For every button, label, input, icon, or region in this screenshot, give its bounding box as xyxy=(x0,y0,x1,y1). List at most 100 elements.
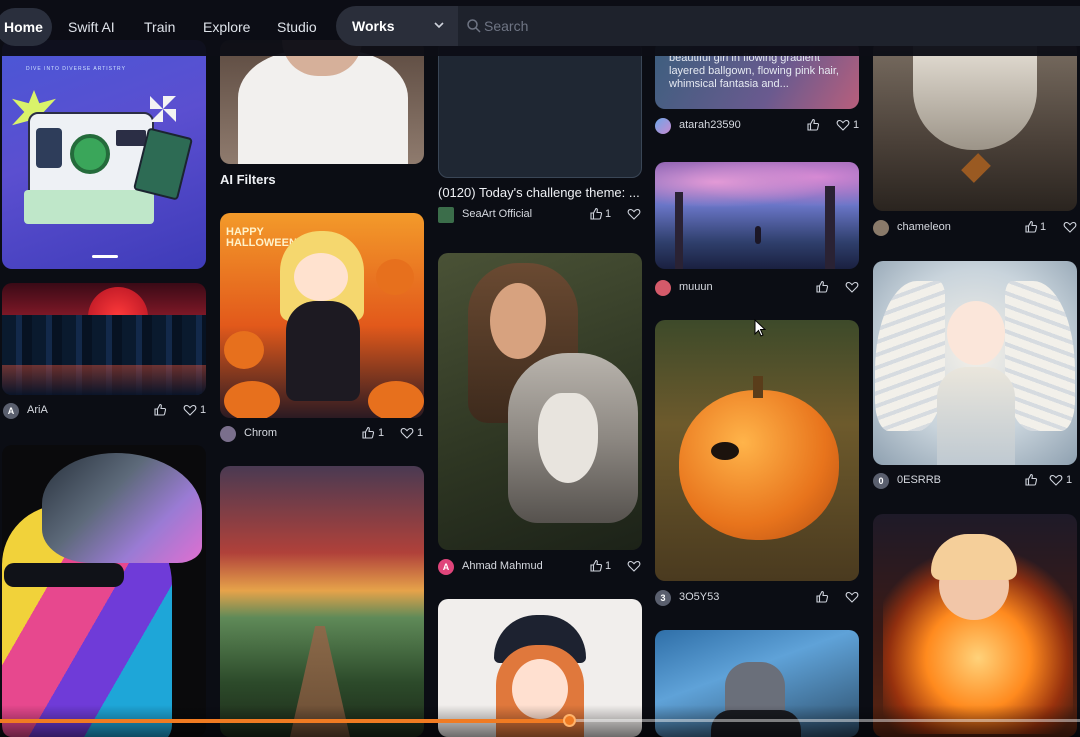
works-dropdown[interactable]: Works xyxy=(336,6,458,46)
avatar[interactable] xyxy=(873,220,889,236)
like-count: 1 xyxy=(605,208,612,220)
fav-count: 1 xyxy=(1066,474,1073,486)
thumbs-up-icon[interactable] xyxy=(1024,473,1038,487)
girl-face-shape xyxy=(294,253,348,301)
sunglasses-shape xyxy=(4,563,124,587)
page: Home Swift AI Train Explore Studio Works… xyxy=(0,0,1080,737)
username[interactable]: AriA xyxy=(27,404,48,416)
thumbs-up-icon[interactable] xyxy=(806,118,820,132)
nav-studio[interactable]: Studio xyxy=(277,8,317,46)
dress-shape xyxy=(286,301,360,401)
works-dropdown-label: Works xyxy=(352,18,395,34)
halloween-text: HAPPY HALLOWEEN xyxy=(226,226,297,249)
pumpkin-shape xyxy=(224,331,264,369)
avatar[interactable] xyxy=(438,207,454,223)
figure-shape xyxy=(755,226,761,244)
avatar[interactable] xyxy=(655,118,671,134)
challenge-card-image[interactable] xyxy=(438,40,642,178)
beard-shape xyxy=(913,40,1037,150)
username[interactable]: muuun xyxy=(679,281,713,293)
printed-photo xyxy=(24,190,154,224)
avatar[interactable]: A xyxy=(438,559,454,575)
thumbs-up-icon[interactable] xyxy=(589,559,603,573)
carousel-indicator[interactable] xyxy=(92,255,118,258)
wing-shape xyxy=(1005,281,1075,431)
thumbs-up-icon[interactable] xyxy=(1024,220,1038,234)
avatar[interactable]: 3 xyxy=(655,590,671,606)
pinwheel-decoration xyxy=(150,96,176,122)
heart-icon[interactable] xyxy=(400,426,414,440)
angel-face-shape xyxy=(947,301,1005,365)
challenge-caption[interactable]: (0120) Today's challenge theme: ... xyxy=(438,185,642,200)
heart-icon[interactable] xyxy=(836,118,850,132)
fav-count: 1 xyxy=(853,119,860,131)
like-count: 1 xyxy=(605,560,612,572)
thumbs-up-icon[interactable] xyxy=(361,426,375,440)
pumpkin-shape xyxy=(376,259,414,295)
progress-handle[interactable] xyxy=(563,714,577,727)
username[interactable]: 0ESRRB xyxy=(897,474,941,486)
top-nav: Home Swift AI Train Explore Studio Works xyxy=(0,0,1080,56)
portrait-artwork-image[interactable] xyxy=(2,445,206,737)
pumpkin-shape xyxy=(224,381,280,418)
wing-shape xyxy=(875,281,945,431)
fire-girl-artwork-image[interactable] xyxy=(873,514,1077,737)
avatar[interactable] xyxy=(220,426,236,442)
progress-fill xyxy=(0,719,570,723)
city-artwork-image[interactable] xyxy=(2,283,206,395)
heart-icon[interactable] xyxy=(1049,473,1063,487)
username[interactable]: Ahmad Mahmud xyxy=(462,560,543,572)
avatar[interactable] xyxy=(655,280,671,296)
card-meta-seaart: SeaArt Official 1 xyxy=(438,207,642,225)
search-icon xyxy=(467,19,481,33)
ai-filters-label[interactable]: AI Filters xyxy=(220,172,276,187)
hair-shape xyxy=(931,534,1017,580)
landscape-artwork-image[interactable] xyxy=(220,466,424,737)
forest-artwork-image[interactable] xyxy=(655,162,859,269)
thumbs-up-icon[interactable] xyxy=(815,280,829,294)
heart-icon[interactable] xyxy=(845,590,859,604)
heart-icon[interactable] xyxy=(627,207,641,221)
elder-artwork-image[interactable] xyxy=(873,40,1077,211)
thumbs-up-icon[interactable] xyxy=(815,590,829,604)
card-meta-chameleon: chameleon 1 xyxy=(873,220,1080,238)
username[interactable]: 3O5Y53 xyxy=(679,591,719,603)
username[interactable]: atarah23590 xyxy=(679,119,741,131)
username[interactable]: SeaArt Official xyxy=(462,208,532,220)
filters-artwork-image[interactable] xyxy=(220,40,424,164)
wolf-artwork-image[interactable] xyxy=(438,253,642,550)
nav-home[interactable]: Home xyxy=(0,8,52,46)
halloween-artwork-image[interactable]: HAPPY HALLOWEEN xyxy=(220,213,424,418)
search-bar[interactable] xyxy=(458,6,1080,46)
heart-icon[interactable] xyxy=(183,403,197,417)
nav-swift-ai[interactable]: Swift AI xyxy=(68,8,115,46)
heart-icon[interactable] xyxy=(627,559,641,573)
tree-trunk xyxy=(825,186,835,269)
username[interactable]: chameleon xyxy=(897,221,951,233)
heart-icon[interactable] xyxy=(1063,220,1077,234)
fav-count: 1 xyxy=(200,404,207,416)
prompt-text: beautiful girl in flowing gradient layer… xyxy=(669,52,839,90)
nav-train[interactable]: Train xyxy=(144,8,175,46)
angel-artwork-image[interactable] xyxy=(873,261,1077,465)
banner-card-image[interactable]: DIVE INTO DIVERSE ARTISTRY xyxy=(2,40,206,269)
thumbs-up-icon[interactable] xyxy=(153,403,167,417)
card-meta-atarah: atarah23590 1 xyxy=(655,118,859,136)
search-input[interactable] xyxy=(484,6,984,46)
avatar[interactable]: 0 xyxy=(873,473,889,489)
card-meta-chrom: Chrom 1 1 xyxy=(220,426,424,444)
pumpkin-artwork-image[interactable] xyxy=(655,320,859,581)
thumbs-up-icon[interactable] xyxy=(589,207,603,221)
username[interactable]: Chrom xyxy=(244,427,277,439)
avatar[interactable]: A xyxy=(3,403,19,419)
nav-explore[interactable]: Explore xyxy=(203,8,250,46)
heart-icon[interactable] xyxy=(845,280,859,294)
chevron-down-icon xyxy=(434,22,444,29)
fav-count: 1 xyxy=(417,427,424,439)
pumpkin-shape xyxy=(368,381,424,418)
card-meta-oesrrb: 0 0ESRRB 1 xyxy=(873,473,1080,491)
video-progress-bar[interactable] xyxy=(0,705,1080,737)
hair-shape xyxy=(42,453,202,563)
card-meta-ahmad: A Ahmad Mahmud 1 xyxy=(438,559,642,577)
card-meta-muuun: muuun xyxy=(655,280,859,298)
